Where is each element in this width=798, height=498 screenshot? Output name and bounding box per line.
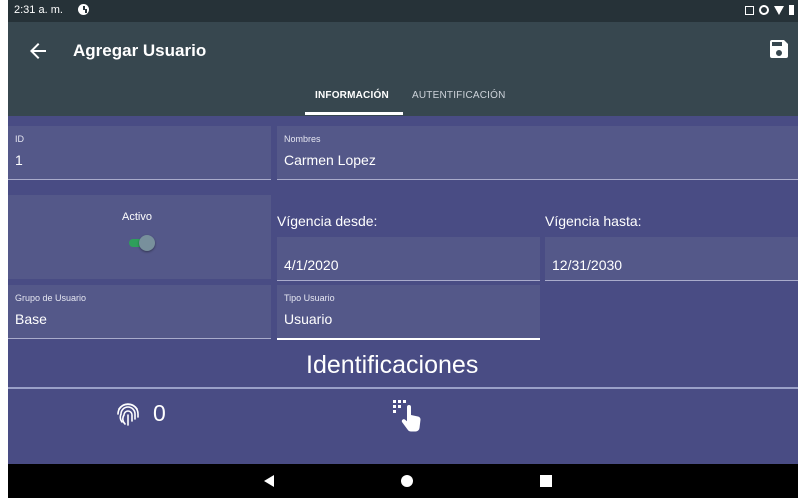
identificaciones-title: Identificaciones (306, 351, 479, 379)
tab-autentificacion[interactable]: AUTENTIFICACIÓN (412, 90, 506, 101)
arrow-left-icon[interactable] (26, 39, 50, 63)
id-field[interactable]: ID 1 (8, 126, 271, 180)
alarm-clock-icon (78, 4, 89, 15)
floppy-save-icon[interactable] (767, 37, 791, 61)
navigation-bar (8, 464, 798, 498)
vigencia-hasta-field[interactable]: 12/31/2030 (545, 237, 798, 281)
tipo-usuario-field[interactable]: Tipo Usuario Usuario (277, 285, 540, 340)
tipo-usuario-label: Tipo Usuario (284, 293, 335, 303)
section-divider (8, 387, 798, 389)
tab-informacion[interactable]: INFORMACIÓN (315, 90, 389, 101)
tipo-usuario-value: Usuario (284, 311, 333, 327)
fingerprint-count: 0 (153, 400, 166, 426)
fingerprint-icon[interactable] (114, 400, 142, 428)
device-screen: 2:31 a. m. Agregar Usuario INFORMACIÓN A… (8, 0, 798, 498)
nombres-value: Carmen Lopez (284, 152, 376, 168)
nav-home-icon[interactable] (401, 475, 413, 487)
nav-recents-icon[interactable] (540, 475, 552, 487)
activo-label: Activo (122, 211, 152, 223)
vigencia-hasta-value: 12/31/2030 (552, 257, 623, 273)
vibrate-icon (759, 5, 769, 15)
vigencia-desde-value: 4/1/2020 (284, 257, 339, 273)
nombres-label: Nombres (284, 134, 321, 144)
page-title: Agregar Usuario (73, 41, 207, 60)
grupo-usuario-value: Base (15, 311, 47, 327)
battery-icon (789, 5, 794, 15)
wifi-icon (774, 5, 784, 15)
activo-switch[interactable] (129, 235, 155, 251)
id-label: ID (15, 134, 24, 144)
nav-back-icon[interactable] (264, 475, 274, 487)
id-value: 1 (15, 152, 23, 168)
status-bar: 2:31 a. m. (8, 0, 798, 22)
keypad-touch-icon[interactable] (391, 398, 427, 434)
vigencia-desde-label: Vígencia desde: (277, 213, 378, 229)
screenshot-icon (745, 5, 754, 15)
vigencia-hasta-label: Vígencia hasta: (545, 213, 642, 229)
status-icons (745, 4, 794, 16)
switch-thumb (139, 235, 155, 251)
grupo-usuario-label: Grupo de Usuario (15, 293, 87, 303)
app-bar: Agregar Usuario INFORMACIÓN AUTENTIFICAC… (8, 22, 798, 116)
nombres-field[interactable]: Nombres Carmen Lopez (277, 126, 798, 180)
tab-indicator (305, 112, 403, 115)
grupo-usuario-field[interactable]: Grupo de Usuario Base (8, 285, 271, 339)
status-time: 2:31 a. m. (14, 4, 63, 16)
vigencia-desde-field[interactable]: 4/1/2020 (277, 237, 540, 281)
